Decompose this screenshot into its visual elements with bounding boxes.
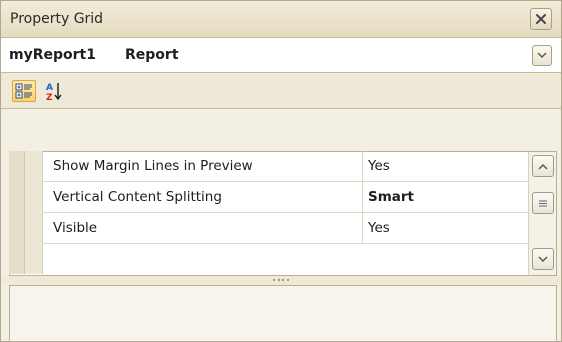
- close-icon: [536, 14, 546, 24]
- property-row-visible[interactable]: Visible Yes: [43, 213, 528, 244]
- property-value[interactable]: Yes: [364, 151, 528, 181]
- close-button[interactable]: [530, 8, 552, 30]
- panel-title: Property Grid: [10, 11, 104, 27]
- description-splitter[interactable]: [1, 276, 561, 285]
- property-name: Visible: [43, 213, 363, 243]
- sort-az-icon: A Z: [46, 83, 62, 101]
- chevron-up-icon: [538, 163, 548, 169]
- grid-gutter: [9, 151, 43, 274]
- toolbar: A Z: [1, 73, 561, 109]
- vertical-scrollbar[interactable]: [528, 152, 556, 275]
- scroll-thumb[interactable]: [532, 192, 554, 214]
- grip-lines-icon: [539, 200, 547, 206]
- scroll-down-button[interactable]: [532, 248, 554, 270]
- property-name: Show Margin Lines in Preview: [43, 151, 363, 181]
- chevron-down-icon: [538, 256, 548, 262]
- property-row-vertical-content-splitting[interactable]: Vertical Content Splitting Smart: [43, 182, 528, 213]
- scroll-up-button[interactable]: [532, 155, 554, 177]
- categorized-icon: [15, 83, 32, 99]
- property-name: Vertical Content Splitting: [43, 182, 363, 212]
- svg-text:Z: Z: [46, 93, 53, 101]
- category-gutter: [9, 151, 25, 274]
- property-grid-panel: Property Grid myReport1 Report A Z Show …: [0, 0, 562, 342]
- chevron-down-icon: [537, 52, 547, 58]
- description-panel: [9, 285, 557, 342]
- object-type: Report: [125, 47, 179, 63]
- categorized-button[interactable]: [12, 80, 36, 102]
- property-value[interactable]: Yes: [364, 213, 528, 243]
- splitter-grip-icon: [273, 279, 289, 282]
- title-bar: Property Grid: [1, 1, 561, 38]
- object-name: myReport1: [9, 47, 96, 63]
- object-dropdown-button[interactable]: [532, 45, 552, 66]
- property-rows: Show Margin Lines in Preview Yes Vertica…: [9, 151, 528, 274]
- property-row-show-margin-lines[interactable]: Show Margin Lines in Preview Yes: [43, 151, 528, 182]
- object-selector[interactable]: myReport1 Report: [1, 38, 561, 73]
- svg-text:A: A: [46, 83, 53, 93]
- alphabetical-button[interactable]: A Z: [42, 80, 66, 102]
- property-value[interactable]: Smart: [364, 182, 528, 212]
